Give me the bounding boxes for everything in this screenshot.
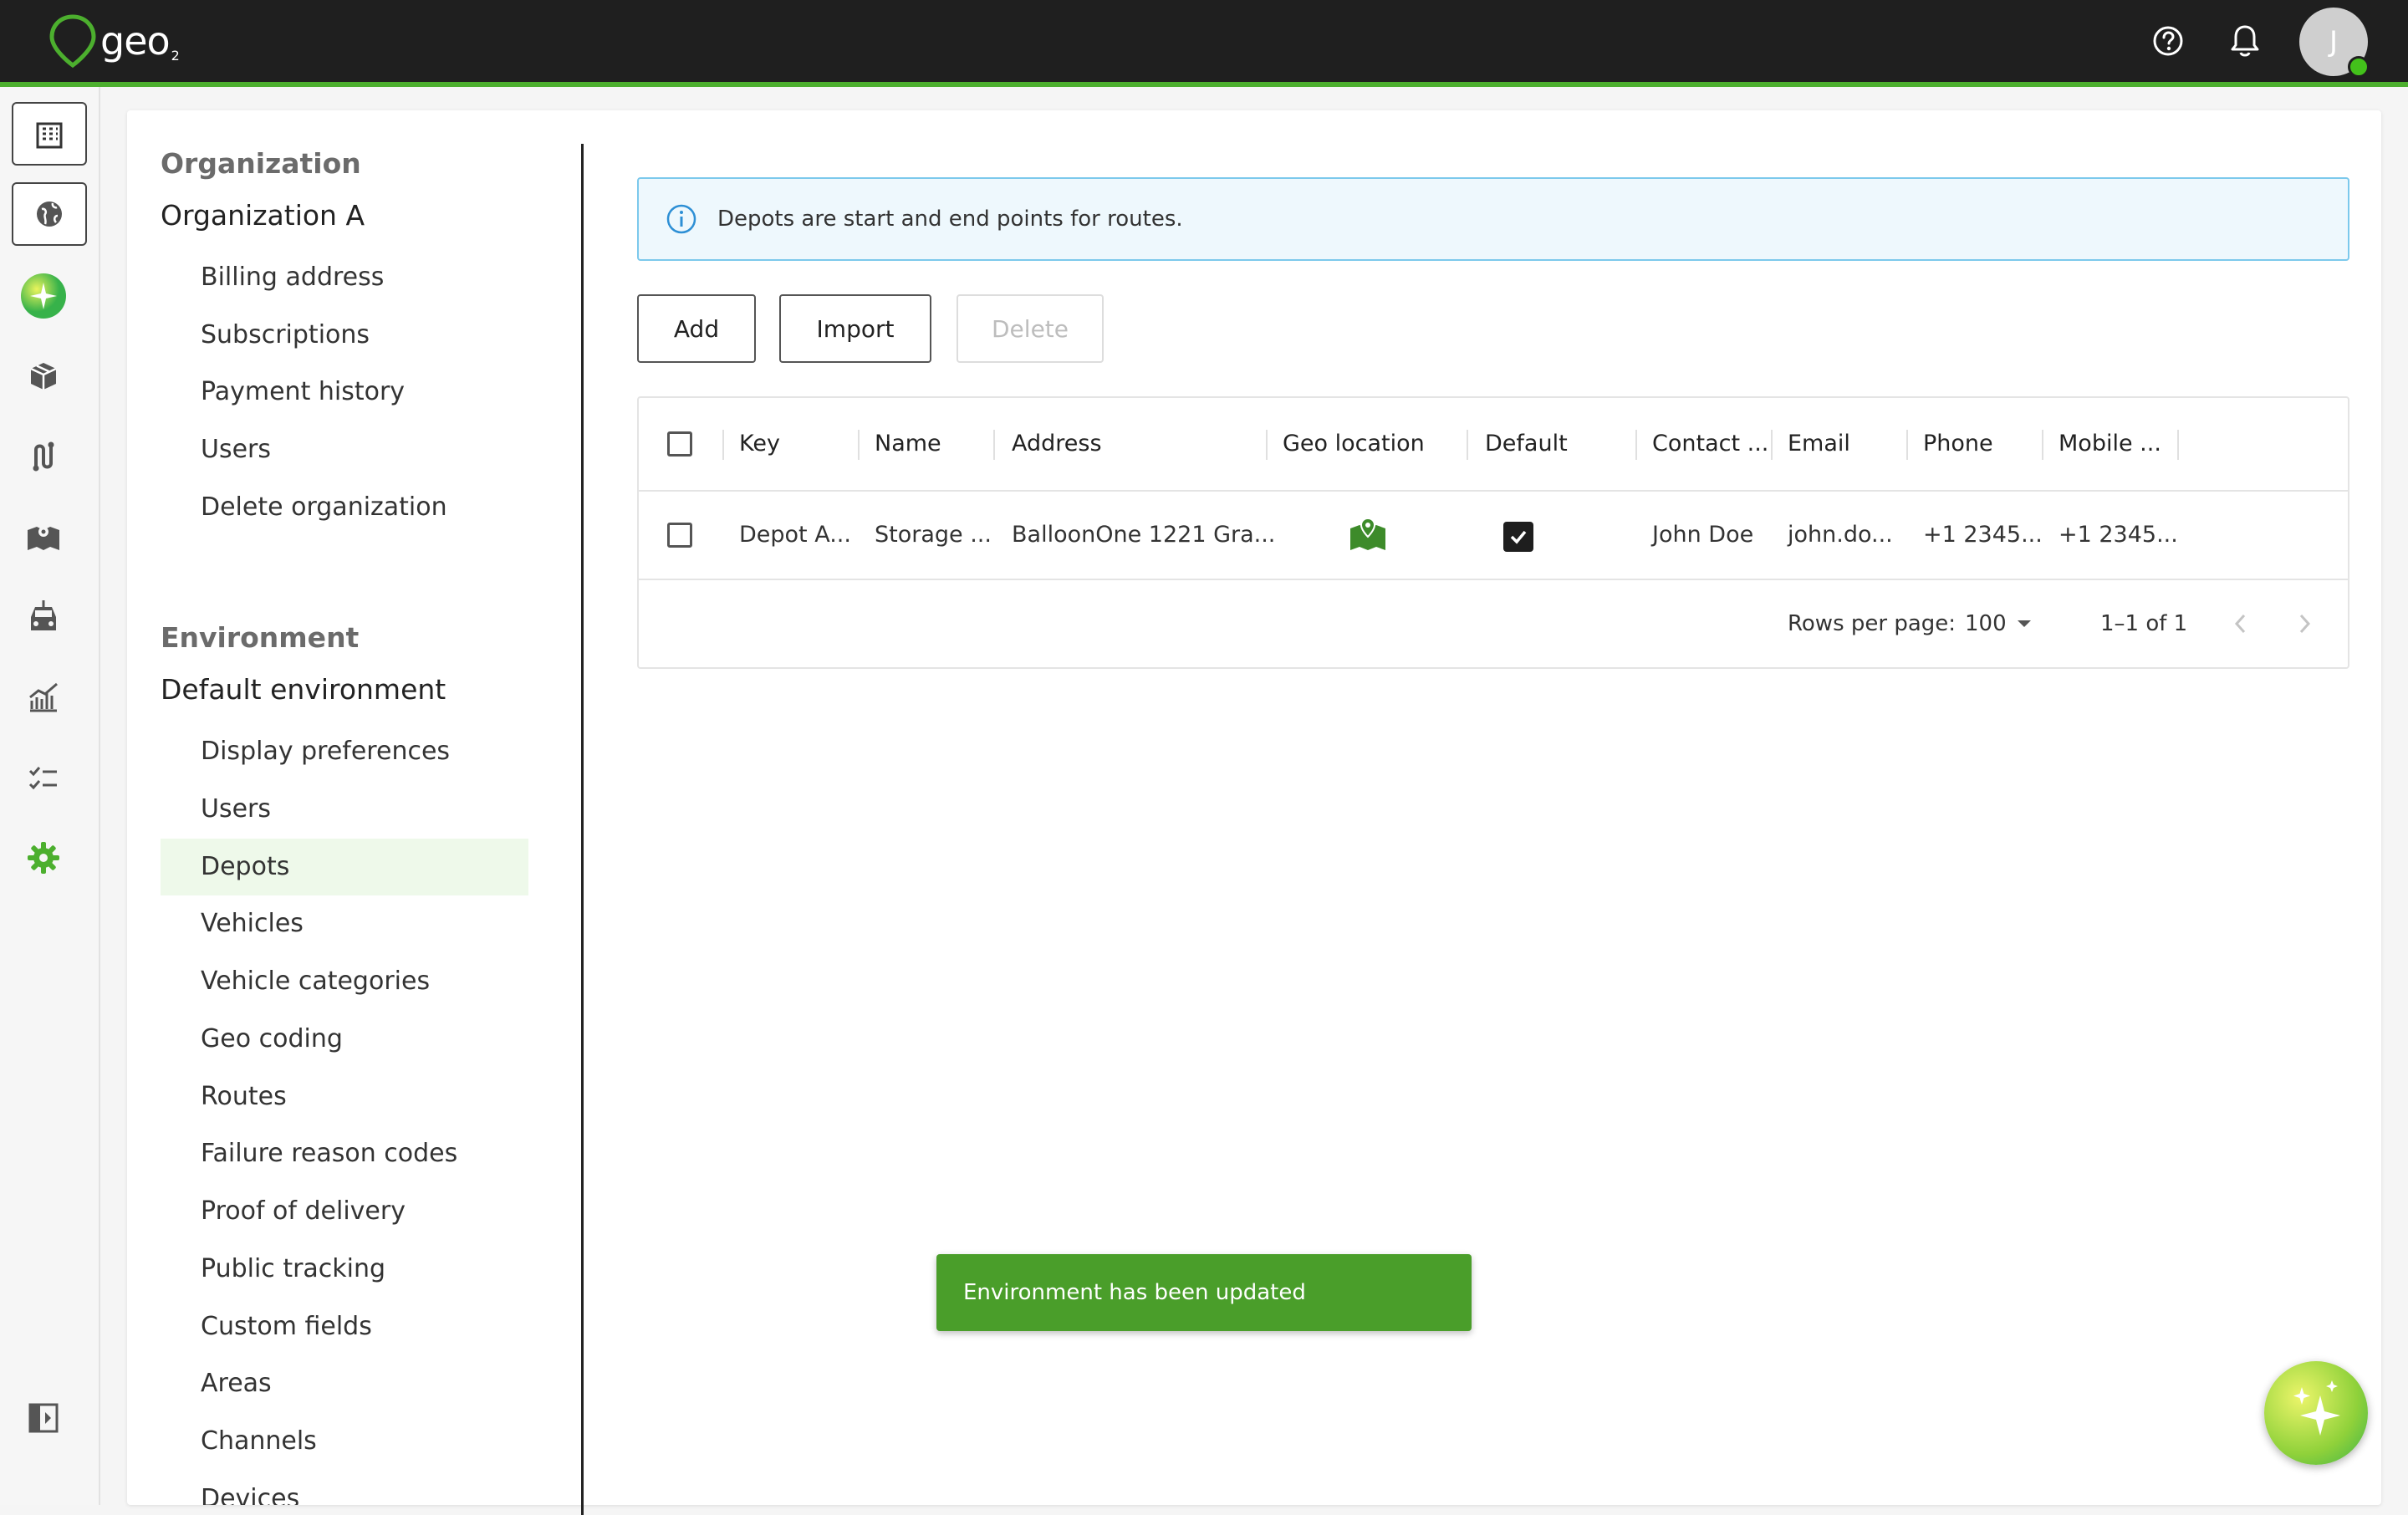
app-logo[interactable]: geo 2 <box>48 12 180 70</box>
nav-item-channels[interactable]: Channels <box>161 1413 528 1470</box>
nav-item-payment-history[interactable]: Payment history <box>161 364 528 421</box>
rows-per-page-label: Rows per page: <box>1788 611 1956 636</box>
nav-item-depots[interactable]: Depots <box>161 839 528 895</box>
ai-assistant-icon[interactable] <box>20 273 67 319</box>
column-header-key[interactable]: Key <box>739 398 780 490</box>
column-header-name[interactable]: Name <box>875 398 941 490</box>
nav-item-subscriptions[interactable]: Subscriptions <box>161 307 528 364</box>
settings-icon[interactable] <box>20 834 67 881</box>
nav-item-devices[interactable]: Devices <box>161 1471 528 1505</box>
cell-contact: John Doe <box>1652 522 1754 548</box>
rows-per-page-value: 100 <box>1965 611 2007 636</box>
sparkle-icon <box>2293 1380 2340 1436</box>
cell-key: Depot A... <box>739 522 851 548</box>
logo-subscript: 2 <box>171 47 180 64</box>
organization-name[interactable]: Organization A <box>161 199 365 232</box>
column-header-email[interactable]: Email <box>1788 398 1850 490</box>
column-header-default[interactable]: Default <box>1485 398 1568 490</box>
nav-item-geo-coding[interactable]: Geo coding <box>161 1011 528 1068</box>
nav-item-custom-fields[interactable]: Custom fields <box>161 1298 528 1355</box>
info-banner-text: Depots are start and end points for rout… <box>717 207 1183 232</box>
nav-item-vehicles[interactable]: Vehicles <box>161 895 528 952</box>
chevron-down-icon <box>2018 620 2031 627</box>
notification-bell-icon[interactable] <box>2226 22 2264 60</box>
previous-page-icon[interactable] <box>2231 612 2251 639</box>
info-banner: Depots are start and end points for rout… <box>637 177 2349 261</box>
checklist-icon[interactable] <box>20 754 67 801</box>
table-pagination: Rows per page: 100 1–1 of 1 <box>639 580 2348 667</box>
cell-mobile: +1 2345... <box>2059 522 2178 548</box>
toast-message: Environment has been updated <box>963 1280 1306 1305</box>
column-separator <box>2177 430 2179 460</box>
nav-item-org-users[interactable]: Users <box>161 421 528 478</box>
depots-table: Key Name Address Geo location Default Co… <box>637 396 2349 669</box>
environment-section-title: Environment <box>161 621 360 654</box>
location-pin-logo-icon <box>49 14 96 69</box>
add-button[interactable]: Add <box>637 294 756 363</box>
help-icon[interactable] <box>2149 22 2187 60</box>
cell-phone: +1 2345... <box>1923 522 2043 548</box>
column-separator <box>1771 430 1773 460</box>
default-checkbox-checked[interactable] <box>1503 522 1533 552</box>
row-select-checkbox[interactable] <box>667 523 692 548</box>
settings-nav: Organization Organization A Billing addr… <box>127 110 582 1505</box>
nav-item-env-users[interactable]: Users <box>161 781 528 838</box>
table-header: Key Name Address Geo location Default Co… <box>639 398 2348 492</box>
column-separator <box>993 430 995 460</box>
delete-button[interactable]: Delete <box>957 294 1104 363</box>
column-separator <box>1467 430 1468 460</box>
cell-email: john.do... <box>1788 522 1893 548</box>
pagination-range: 1–1 of 1 <box>2100 611 2188 636</box>
nav-item-routes[interactable]: Routes <box>161 1069 528 1125</box>
analytics-icon[interactable] <box>20 674 67 721</box>
map-pin-icon[interactable] <box>1348 517 1388 557</box>
import-button[interactable]: Import <box>779 294 931 363</box>
info-icon <box>666 204 696 234</box>
globe-icon[interactable] <box>12 182 87 246</box>
nav-item-vehicle-categories[interactable]: Vehicle categories <box>161 953 528 1010</box>
packages-icon[interactable] <box>20 353 67 400</box>
column-separator <box>1266 430 1268 460</box>
logo-text: geo <box>100 18 171 64</box>
nav-item-areas[interactable]: Areas <box>161 1355 528 1412</box>
rows-per-page-select[interactable]: 100 <box>1965 580 2040 667</box>
user-avatar[interactable]: J <box>2299 8 2370 78</box>
cell-name: Storage ... <box>875 522 992 548</box>
vehicle-icon[interactable] <box>20 594 67 640</box>
column-header-contact[interactable]: Contact ... <box>1652 398 1768 490</box>
column-separator <box>722 430 724 460</box>
column-separator <box>2042 430 2043 460</box>
toast-notification: Environment has been updated <box>936 1254 1472 1331</box>
next-page-icon[interactable] <box>2294 612 2314 639</box>
environment-name[interactable]: Default environment <box>161 673 446 706</box>
routes-icon[interactable] <box>20 433 67 480</box>
select-all-checkbox[interactable] <box>667 431 692 457</box>
top-bar: geo 2 J <box>0 0 2408 87</box>
nav-divider <box>581 144 584 1515</box>
nav-item-display-preferences[interactable]: Display preferences <box>161 723 528 780</box>
nav-item-proof-of-delivery[interactable]: Proof of delivery <box>161 1183 528 1240</box>
cell-address: BalloonOne 1221 Gra... <box>1012 522 1276 548</box>
column-separator <box>1635 430 1637 460</box>
column-separator <box>1906 430 1908 460</box>
nav-item-public-tracking[interactable]: Public tracking <box>161 1241 528 1298</box>
nav-item-billing-address[interactable]: Billing address <box>161 249 528 306</box>
collapse-panel-icon[interactable] <box>20 1395 67 1441</box>
organization-icon[interactable] <box>12 102 87 166</box>
map-icon[interactable] <box>20 513 67 560</box>
nav-item-delete-organization[interactable]: Delete organization <box>161 479 528 536</box>
column-header-mobile[interactable]: Mobile ... <box>2059 398 2161 490</box>
column-separator <box>858 430 860 460</box>
nav-item-failure-reason-codes[interactable]: Failure reason codes <box>161 1125 528 1182</box>
column-header-address[interactable]: Address <box>1012 398 1102 490</box>
table-row[interactable]: Depot A... Storage ... BalloonOne 1221 G… <box>639 492 2348 580</box>
app-rail <box>0 87 100 1505</box>
online-status-dot <box>2348 56 2370 78</box>
organization-section-title: Organization <box>161 147 361 180</box>
avatar-initial: J <box>2329 25 2339 59</box>
ai-assistant-fab[interactable] <box>2264 1361 2368 1465</box>
column-header-geo-location[interactable]: Geo location <box>1283 398 1425 490</box>
column-header-phone[interactable]: Phone <box>1923 398 1993 490</box>
